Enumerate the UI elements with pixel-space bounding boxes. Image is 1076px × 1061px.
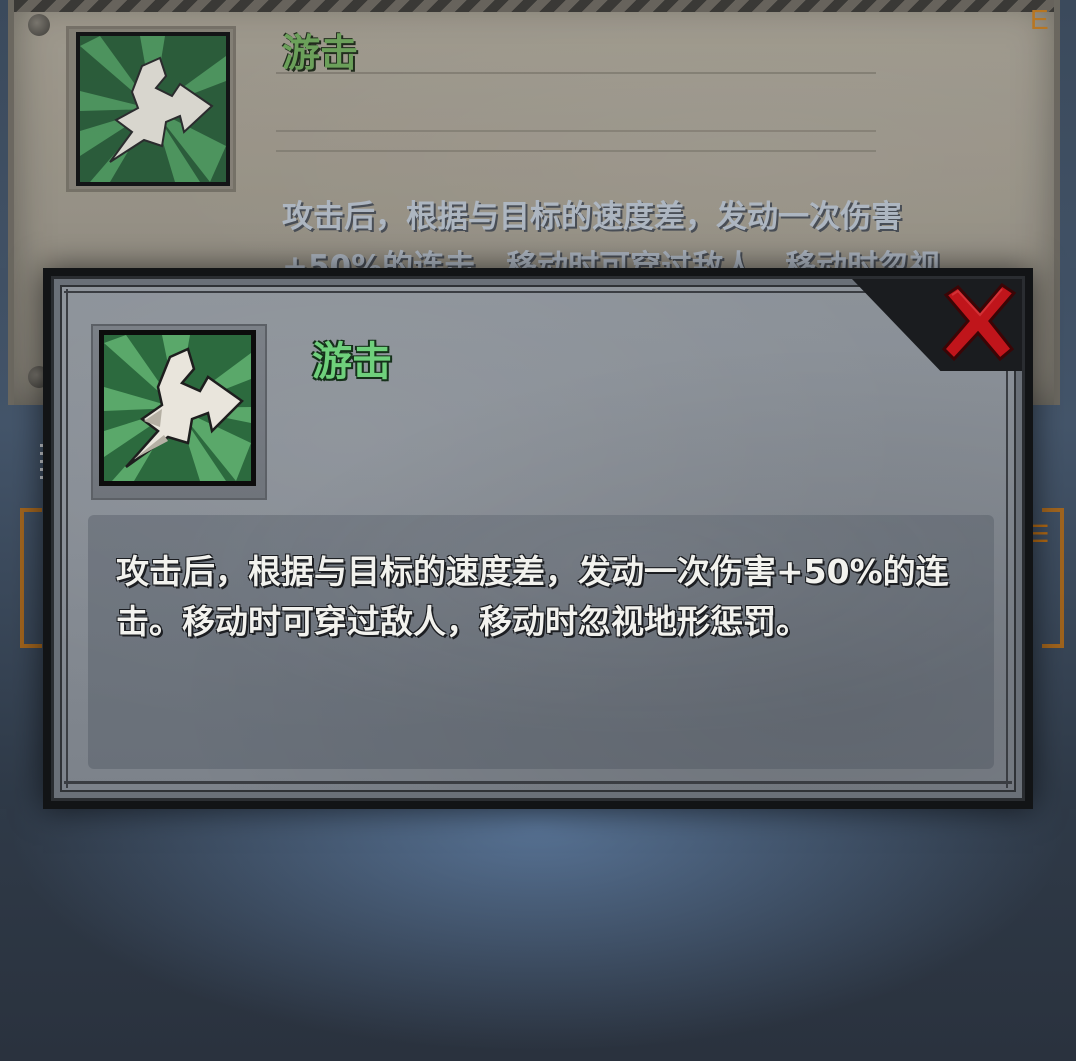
skill-description: 攻击后，根据与目标的速度差，发动一次伤害+50%的连击。移动时可穿过敌人，移动时… — [116, 552, 949, 641]
red-x-close-icon[interactable] — [936, 279, 1020, 363]
background-skill-title: 游击 — [282, 31, 359, 75]
skill-detail-dialog: 游击 攻击后，根据与目标的速度差，发动一次伤害+50%的连击。移动时可穿过敌人，… — [43, 268, 1033, 809]
background-divider — [276, 72, 876, 152]
background-torn-edge — [14, 0, 1054, 12]
skirmish-skill-icon — [99, 330, 256, 486]
background-skill-icon — [76, 32, 230, 186]
background-divider — [276, 130, 876, 132]
close-button[interactable] — [936, 279, 1020, 363]
dialog-body: 游击 攻击后，根据与目标的速度差，发动一次伤害+50%的连击。移动时可穿过敌人，… — [51, 276, 1025, 801]
pin-icon — [28, 14, 50, 36]
skill-title: 游击 — [312, 339, 392, 385]
background-corner-letter: E — [1030, 4, 1049, 35]
side-bracket-left — [20, 508, 42, 648]
frame-line — [64, 781, 1012, 784]
background-skill-description: 攻击后，根据与目标的速度差，发动一次伤害+50%的连击。移动时可穿过敌人，移动时… — [282, 199, 941, 272]
frame-line — [66, 289, 68, 788]
